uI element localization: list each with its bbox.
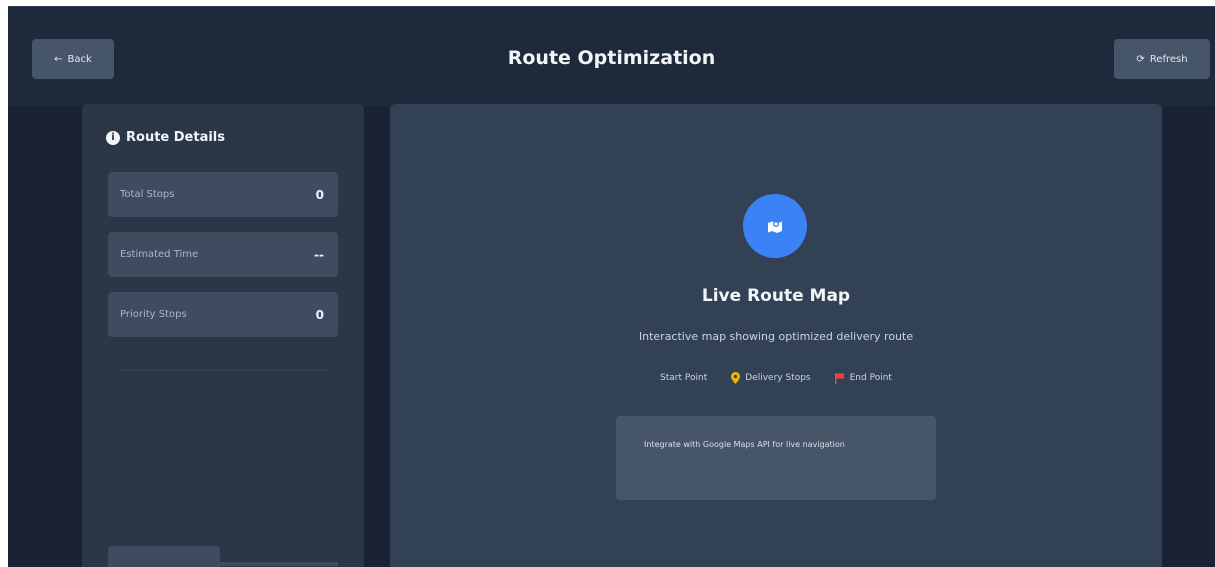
route-details-title: Route Details [126,130,225,145]
legend-label: End Point [849,373,892,383]
map-pin-icon [731,372,741,384]
stat-card-estimated-time: Estimated Time -- [108,232,338,277]
map-subtitle: Interactive map showing optimized delive… [638,330,914,343]
sidebar-bottom-tab [108,546,220,567]
map-icon-glyph [768,221,782,233]
refresh-button-label: Refresh [1149,53,1188,65]
stat-card-total-stops: Total Stops 0 [108,172,338,217]
legend-label: Start Point [660,373,708,383]
legend-item-start: Start Point [660,372,707,384]
legend-item-delivery: Delivery Stops [731,372,811,384]
stat-label: Estimated Time [120,249,199,260]
info-icon: i [106,130,120,145]
flag-icon [834,372,845,384]
top-bar: ← Back Route Optimization ⟳ Refresh [8,6,1215,106]
route-details-panel: i Route Details Total Stops 0 Estimated … [82,104,364,567]
app-window: ← Back Route Optimization ⟳ Refresh i Ro… [8,6,1215,567]
map-legend: Start Point Delivery Stops End Point [390,372,1162,384]
stat-label: Total Stops [120,189,175,200]
refresh-icon: ⟳ [1136,53,1145,65]
page-title: Route Optimization [507,47,716,69]
divider [122,370,326,371]
map-integration-note: Integrate with Google Maps API for live … [616,416,936,500]
refresh-button[interactable]: ⟳ Refresh [1114,39,1210,79]
map-icon [743,194,807,258]
stat-card-priority-stops: Priority Stops 0 [108,292,338,337]
stat-label: Priority Stops [120,309,187,320]
legend-item-end: End Point [834,372,892,384]
route-details-heading: i Route Details [106,130,225,145]
stat-value: 0 [315,187,324,202]
divider [220,562,338,566]
map-panel: Live Route Map Interactive map showing o… [390,104,1162,567]
legend-label: Delivery Stops [745,373,811,383]
stat-value: 0 [315,307,324,322]
stat-value: -- [314,247,324,262]
map-title: Live Route Map [701,286,851,306]
